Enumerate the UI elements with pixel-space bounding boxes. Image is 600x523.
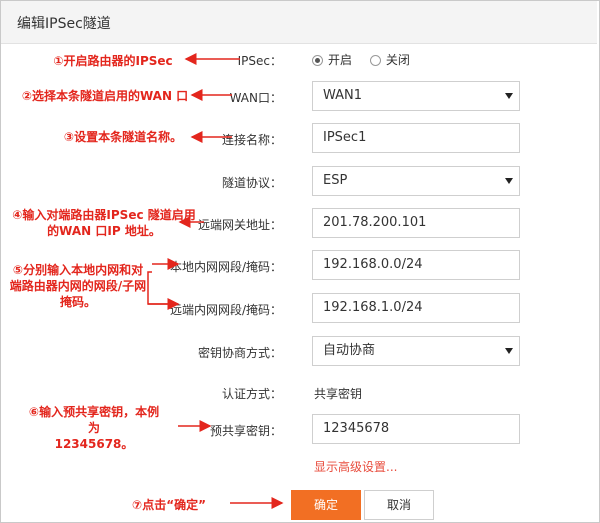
psk-input-value: 12345678	[323, 421, 390, 436]
dropdown-arrow-icon	[505, 178, 513, 184]
ipsec-on-option[interactable]: 开启	[312, 51, 352, 68]
wan-select[interactable]: WAN1	[312, 81, 520, 111]
annotation-6-line1: ⑥输入预共享密钥，本例	[28, 405, 160, 419]
protocol-select-value: ESP	[323, 173, 348, 188]
local-subnet-value: 192.168.0.0/24	[323, 257, 423, 272]
remote-gateway-label: 远端网关地址：	[197, 218, 282, 232]
wan-label: WAN口：	[229, 91, 282, 105]
annotation-6: ⑥输入预共享密钥，本例 为 12345678。	[14, 404, 174, 452]
remote-gateway-value: 201.78.200.101	[323, 215, 427, 230]
negotiation-select[interactable]: 自动协商	[312, 336, 520, 366]
auth-label: 认证方式：	[221, 387, 282, 401]
dialog-header: 编辑IPSec隧道	[1, 1, 597, 44]
annotation-2: ②选择本条隧道启用的WAN 口	[21, 89, 189, 103]
protocol-label: 隧道协议：	[221, 176, 282, 190]
psk-label: 预共享密钥：	[209, 424, 282, 438]
local-subnet-input[interactable]: 192.168.0.0/24	[312, 250, 520, 280]
annotation-5-line2: 端路由器内网的网段/子网	[9, 279, 147, 293]
name-input-value: IPSec1	[323, 130, 367, 145]
name-label: 连接名称：	[221, 133, 282, 147]
ok-button[interactable]: 确定	[291, 490, 361, 520]
psk-input[interactable]: 12345678	[312, 414, 520, 444]
remote-subnet-label: 远端内网网段/掩码：	[169, 303, 282, 317]
annotation-4-line2: 的WAN 口IP 地址。	[47, 224, 161, 238]
dialog-title: 编辑IPSec隧道	[17, 16, 111, 32]
annotation-6-line2: 为	[87, 421, 100, 435]
local-subnet-label: 本地内网网段/掩码：	[169, 260, 282, 274]
ipsec-off-option[interactable]: 关闭	[369, 51, 410, 68]
cancel-button[interactable]: 取消	[364, 490, 434, 520]
annotation-4: ④输入对端路由器IPSec 隧道启用 的WAN 口IP 地址。	[6, 207, 202, 239]
negotiation-label: 密钥协商方式：	[197, 346, 282, 360]
remote-subnet-input[interactable]: 192.168.1.0/24	[312, 293, 520, 323]
protocol-select[interactable]: ESP	[312, 166, 520, 196]
remote-gateway-input[interactable]: 201.78.200.101	[312, 208, 520, 238]
annotation-1: ①开启路由器的IPSec	[53, 54, 173, 68]
remote-subnet-value: 192.168.1.0/24	[323, 300, 423, 315]
annotation-4-line1: ④输入对端路由器IPSec 隧道启用	[12, 208, 196, 222]
name-input[interactable]: IPSec1	[312, 123, 520, 153]
negotiation-select-value: 自动协商	[323, 343, 376, 358]
dropdown-arrow-icon	[505, 93, 513, 99]
auth-value: 共享密钥	[314, 387, 363, 401]
ipsec-radio-group: 开启 关闭	[312, 51, 424, 68]
ipsec-off-label: 关闭	[385, 53, 410, 67]
annotation-5-line1: ⑤分别输入本地内网和对	[12, 263, 144, 277]
annotation-3: ③设置本条隧道名称。	[63, 130, 183, 144]
annotation-6-line3: 12345678。	[54, 437, 134, 451]
wan-select-value: WAN1	[323, 88, 363, 103]
annotation-5-line3: 掩码。	[59, 295, 96, 309]
annotation-5: ⑤分别输入本地内网和对 端路由器内网的网段/子网 掩码。	[4, 262, 152, 310]
radio-checked-icon[interactable]	[312, 55, 323, 66]
ipsec-on-label: 开启	[328, 53, 353, 67]
annotation-7: ⑦点击“确定”	[132, 498, 206, 512]
ipsec-label: IPSec：	[237, 54, 282, 68]
show-advanced-link[interactable]: 显示高级设置...	[314, 458, 397, 475]
radio-unchecked-icon[interactable]	[369, 55, 381, 66]
dropdown-arrow-icon	[505, 348, 513, 354]
